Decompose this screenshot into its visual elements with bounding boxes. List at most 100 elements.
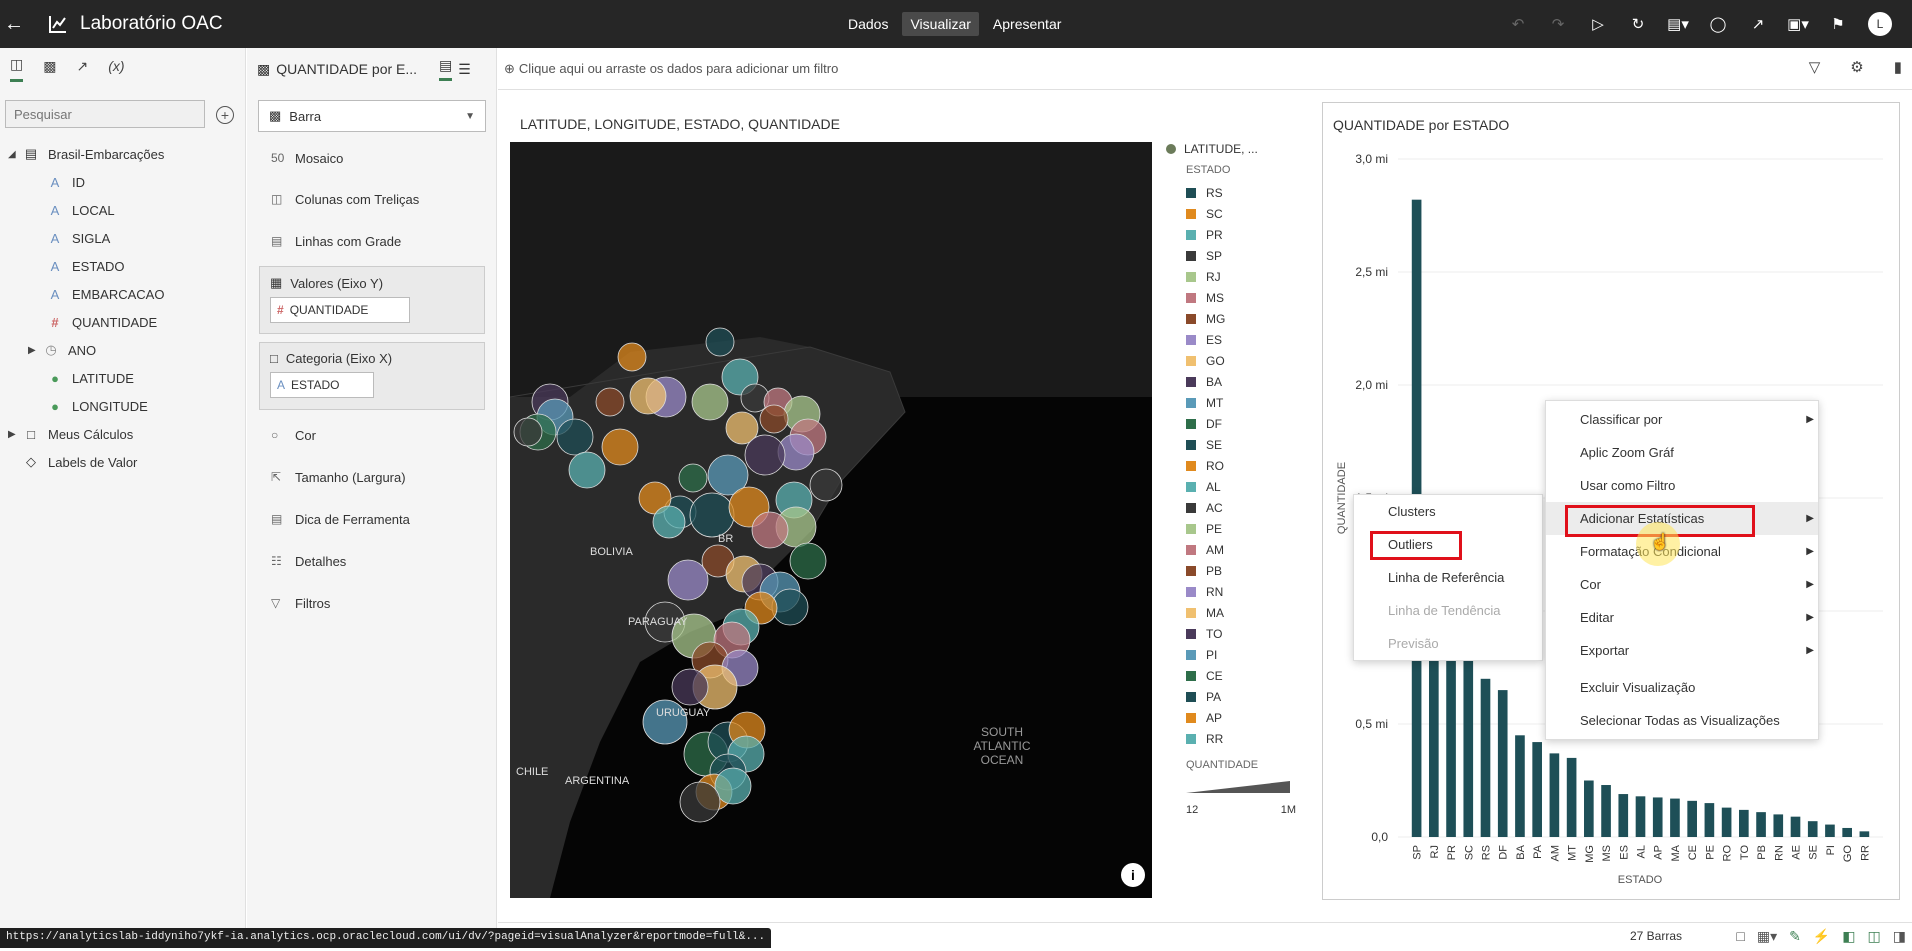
bar[interactable] — [1652, 797, 1663, 837]
narrate-icon[interactable]: ▤▾ — [1667, 14, 1689, 34]
drop-target-colunas[interactable]: ◫ Colunas com Treliças — [247, 178, 496, 220]
drop-target-dica[interactable]: ▤ Dica de Ferramenta — [247, 498, 496, 540]
data-tab-icon[interactable]: ◫ — [10, 56, 24, 82]
menu-item[interactable]: Adicionar Estatísticas ▶ — [1546, 502, 1818, 535]
drop-target-mosaico[interactable]: 50 Mosaico — [247, 138, 496, 178]
map-bubble[interactable] — [809, 468, 843, 502]
split-panel-icon[interactable]: ◫ — [1868, 928, 1881, 945]
caret-right-icon[interactable]: ▶ — [8, 429, 22, 440]
map-bubble[interactable] — [617, 342, 647, 372]
bar[interactable] — [1807, 821, 1818, 837]
map-bubble[interactable] — [689, 492, 735, 538]
bar[interactable] — [1704, 803, 1715, 837]
menu-item[interactable]: Usar como Filtro — [1546, 469, 1818, 502]
play-icon[interactable]: ▷ — [1588, 14, 1608, 34]
visualizations-tab-icon[interactable]: ▩ — [43, 58, 56, 81]
legend-item[interactable]: PA — [1166, 686, 1306, 707]
bar[interactable] — [1635, 796, 1646, 837]
map-bubble[interactable] — [691, 383, 729, 421]
legend-item[interactable]: SE — [1166, 434, 1306, 455]
menu-item[interactable]: Selecionar Todas as Visualizações — [1546, 704, 1818, 737]
mode-dados[interactable]: Dados — [840, 12, 896, 36]
legend-item[interactable]: RO — [1166, 455, 1306, 476]
legend-item[interactable]: PI — [1166, 644, 1306, 665]
map-visualization[interactable]: LATITUDE, LONGITUDE, ESTADO, QUANTIDADE … — [508, 102, 1308, 902]
legend-item[interactable]: SP — [1166, 245, 1306, 266]
legend-item[interactable]: ES — [1166, 329, 1306, 350]
map-bubble[interactable] — [667, 559, 709, 601]
map-bubble[interactable] — [759, 404, 789, 434]
right-panel-icon[interactable]: ◨ — [1893, 928, 1906, 945]
legend-item[interactable]: MS — [1166, 287, 1306, 308]
menu-item[interactable]: Aplic Zoom Gráf — [1546, 436, 1818, 469]
legend-item[interactable]: MA — [1166, 602, 1306, 623]
drop-target-linhas[interactable]: ▤ Linhas com Grade — [247, 220, 496, 262]
mode-visualizar[interactable]: Visualizar — [902, 12, 979, 36]
legend-item[interactable]: RJ — [1166, 266, 1306, 287]
map-bubble[interactable] — [601, 428, 639, 466]
map-bubble[interactable] — [678, 463, 708, 493]
mode-apresentar[interactable]: Apresentar — [985, 12, 1069, 36]
folder-meus-calculos[interactable]: ▶ □ Meus Cálculos — [0, 420, 245, 448]
drop-target-filtros[interactable]: ▽ Filtros — [247, 582, 496, 624]
refresh-data-icon[interactable]: ↻ — [1628, 14, 1648, 34]
legend-item[interactable]: SC — [1166, 203, 1306, 224]
folder-labels-de-valor[interactable]: ◇ Labels de Valor — [0, 448, 245, 476]
legend-item[interactable]: PE — [1166, 518, 1306, 539]
field-ano[interactable]: ▶ ◷ ANO — [0, 336, 245, 364]
legend-item[interactable]: RS — [1166, 182, 1306, 203]
legend-item[interactable]: RR — [1166, 728, 1306, 749]
dataset-node[interactable]: ◢ ▤ Brasil-Embarcações — [0, 140, 245, 168]
bar[interactable] — [1842, 827, 1852, 837]
field-longitude[interactable]: ● LONGITUDE — [0, 392, 245, 420]
grid-icon[interactable]: ▦▾ — [1757, 928, 1777, 945]
legend-item[interactable]: AM — [1166, 539, 1306, 560]
map-bubble[interactable] — [751, 511, 789, 549]
menu-item[interactable]: Excluir Visualização — [1546, 671, 1818, 704]
field-sigla[interactable]: A SIGLA — [0, 224, 245, 252]
bar[interactable] — [1584, 780, 1594, 838]
map-bubble[interactable] — [568, 451, 606, 489]
submenu-item[interactable]: Linha de Referência — [1354, 561, 1542, 594]
brush-icon[interactable]: ✎ — [1789, 928, 1801, 945]
calculations-tab-icon[interactable]: (x) — [108, 58, 124, 80]
map-bubble[interactable] — [744, 434, 786, 476]
analytics-tab-icon[interactable]: ↗ — [76, 58, 88, 81]
menu-item[interactable]: Classificar por ▶ — [1546, 403, 1818, 436]
grammar-title[interactable]: QUANTIDADE por E... — [276, 61, 417, 77]
menu-item[interactable]: Editar ▶ — [1546, 601, 1818, 634]
bar[interactable] — [1463, 633, 1474, 837]
map-bubble[interactable] — [595, 387, 625, 417]
bar[interactable] — [1790, 816, 1801, 837]
bar[interactable] — [1480, 678, 1491, 837]
map-svg[interactable]: BOLIVIA BR PARAGUAY URUGUAY CHILE ARGENT… — [510, 142, 1152, 898]
bar[interactable] — [1515, 735, 1525, 837]
submenu-item[interactable]: Outliers — [1354, 528, 1542, 561]
category-field-pill[interactable]: A ESTADO — [270, 372, 374, 398]
panel-collapse-icon[interactable]: ▮ — [1894, 58, 1902, 76]
add-filter-icon[interactable]: ⊕ — [504, 61, 515, 77]
search-input[interactable] — [5, 100, 205, 128]
map-bubble[interactable] — [652, 505, 686, 539]
insights-bulb-icon[interactable]: ◯ — [1708, 14, 1728, 34]
bar[interactable] — [1687, 800, 1697, 837]
legend-item[interactable]: RN — [1166, 581, 1306, 602]
bar[interactable] — [1670, 798, 1680, 837]
canvas-settings-icon[interactable]: ⚙ — [1850, 58, 1863, 76]
export-icon[interactable]: ↗ — [1748, 14, 1768, 34]
field-estado[interactable]: A ESTADO — [0, 252, 245, 280]
menu-item[interactable]: Formatação Condicional ▶ — [1546, 535, 1818, 568]
bar[interactable] — [1566, 757, 1577, 837]
legend-item[interactable]: CE — [1166, 665, 1306, 686]
caret-down-icon[interactable]: ◢ — [8, 149, 22, 160]
values-field-pill[interactable]: # QUANTIDADE — [270, 297, 410, 323]
field-embarcacao[interactable]: A EMBARCACAO — [0, 280, 245, 308]
legend-item[interactable]: TO — [1166, 623, 1306, 644]
map-bubble[interactable] — [789, 542, 827, 580]
bar[interactable] — [1739, 809, 1749, 837]
legend-item[interactable]: BA — [1166, 371, 1306, 392]
redo-icon[interactable]: ↷ — [1548, 14, 1568, 34]
legend-item[interactable]: AP — [1166, 707, 1306, 728]
properties-tab-icon[interactable]: ☰ — [458, 61, 471, 78]
undo-icon[interactable]: ↶ — [1508, 14, 1528, 34]
